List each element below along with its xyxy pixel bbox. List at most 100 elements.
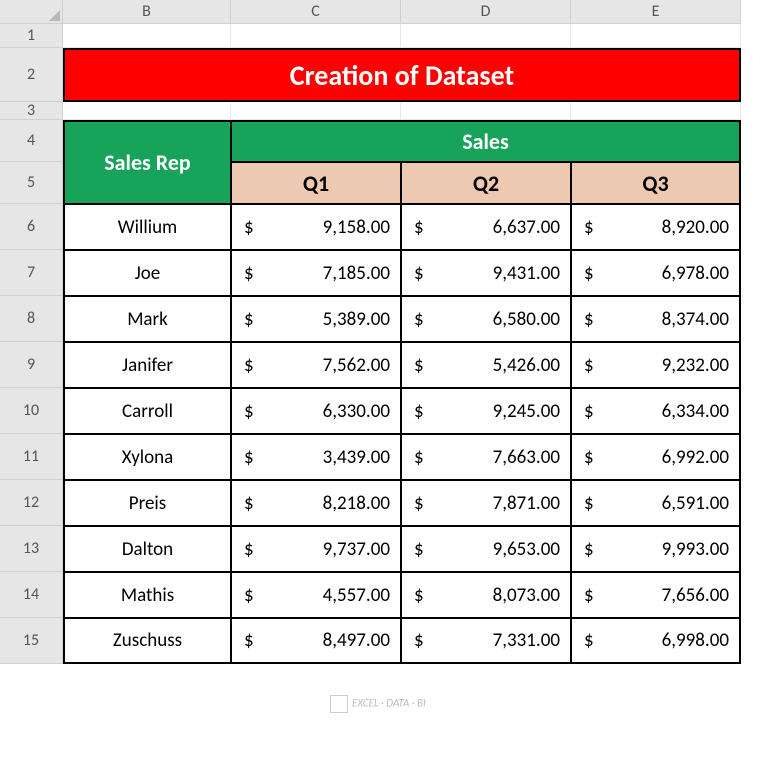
money-cell[interactable]: $6,580.00 [401,296,571,342]
rep-cell[interactable]: Zuschuss [63,618,231,664]
watermark-text: EXCEL · DATA · BI [352,697,426,710]
cell[interactable] [63,24,231,48]
rep-cell[interactable]: Willium [63,204,231,250]
currency-symbol: $ [244,354,254,377]
money-cell[interactable]: $8,374.00 [571,296,741,342]
row-header-12[interactable]: 12 [0,480,63,526]
money-cell[interactable]: $6,978.00 [571,250,741,296]
money-cell[interactable]: $9,158.00 [231,204,401,250]
money-cell[interactable]: $8,920.00 [571,204,741,250]
row-header-13[interactable]: 13 [0,526,63,572]
money-cell[interactable]: $3,439.00 [231,434,401,480]
money-cell[interactable]: $9,232.00 [571,342,741,388]
amount: 6,998.00 [662,629,729,652]
cell[interactable] [231,102,401,120]
money-cell[interactable]: $7,656.00 [571,572,741,618]
cell[interactable] [63,102,231,120]
money-cell[interactable]: $6,330.00 [231,388,401,434]
amount: 9,158.00 [323,216,390,239]
row-header-15[interactable]: 15 [0,618,63,664]
rep-cell[interactable]: Mathis [63,572,231,618]
row-header-5[interactable]: 5 [0,162,63,204]
header-sales-rep[interactable]: Sales Rep [63,120,231,204]
row-header-2[interactable]: 2 [0,48,63,102]
money-cell[interactable]: $6,591.00 [571,480,741,526]
money-cell[interactable]: $6,637.00 [401,204,571,250]
header-q1[interactable]: Q1 [231,162,401,204]
money-cell[interactable]: $8,073.00 [401,572,571,618]
money-cell[interactable]: $4,557.00 [231,572,401,618]
row-header-11[interactable]: 11 [0,434,63,480]
currency-symbol: $ [584,400,594,423]
money-cell[interactable]: $8,497.00 [231,618,401,664]
money-cell[interactable]: $9,993.00 [571,526,741,572]
money-cell[interactable]: $7,663.00 [401,434,571,480]
amount: 3,439.00 [323,446,390,469]
cell[interactable] [401,102,571,120]
title-cell[interactable]: Creation of Dataset [63,48,741,102]
rep-cell[interactable]: Janifer [63,342,231,388]
amount: 9,993.00 [662,538,729,561]
amount: 8,374.00 [662,308,729,331]
money-cell[interactable]: $5,426.00 [401,342,571,388]
row-header-4[interactable]: 4 [0,120,63,162]
row-header-9[interactable]: 9 [0,342,63,388]
money-cell[interactable]: $6,992.00 [571,434,741,480]
currency-symbol: $ [584,446,594,469]
row-header-8[interactable]: 8 [0,296,63,342]
col-header-D[interactable]: D [401,0,571,24]
rep-cell[interactable]: Carroll [63,388,231,434]
watermark: EXCEL · DATA · BI [330,695,426,713]
amount: 7,871.00 [493,492,560,515]
amount: 4,557.00 [323,584,390,607]
money-cell[interactable]: $6,998.00 [571,618,741,664]
col-header-B[interactable]: B [63,0,231,24]
row-header-10[interactable]: 10 [0,388,63,434]
header-sales[interactable]: Sales [231,120,741,162]
amount: 6,637.00 [493,216,560,239]
currency-symbol: $ [584,262,594,285]
currency-symbol: $ [584,492,594,515]
row-header-1[interactable]: 1 [0,24,63,48]
amount: 7,331.00 [493,629,560,652]
cell[interactable] [401,24,571,48]
currency-symbol: $ [414,262,424,285]
amount: 7,185.00 [323,262,390,285]
col-header-E[interactable]: E [571,0,741,24]
cell[interactable] [571,102,741,120]
money-cell[interactable]: $9,653.00 [401,526,571,572]
money-cell[interactable]: $8,218.00 [231,480,401,526]
rep-cell[interactable]: Mark [63,296,231,342]
money-cell[interactable]: $7,331.00 [401,618,571,664]
cell[interactable] [571,24,741,48]
currency-symbol: $ [584,629,594,652]
row-header-6[interactable]: 6 [0,204,63,250]
row-header-3[interactable]: 3 [0,102,63,120]
header-q3[interactable]: Q3 [571,162,741,204]
rep-cell[interactable]: Xylona [63,434,231,480]
select-all-corner[interactable] [0,0,63,24]
money-cell[interactable]: $9,737.00 [231,526,401,572]
money-cell[interactable]: $7,871.00 [401,480,571,526]
money-cell[interactable]: $7,185.00 [231,250,401,296]
currency-symbol: $ [414,492,424,515]
row-header-7[interactable]: 7 [0,250,63,296]
money-cell[interactable]: $7,562.00 [231,342,401,388]
money-cell[interactable]: $9,245.00 [401,388,571,434]
spreadsheet-grid: B C D E 1 2 Creation of Dataset 3 4 5 Sa… [0,0,768,664]
col-header-C[interactable]: C [231,0,401,24]
amount: 5,389.00 [323,308,390,331]
amount: 8,497.00 [323,629,390,652]
currency-symbol: $ [244,584,254,607]
rep-cell[interactable]: Dalton [63,526,231,572]
rep-cell[interactable]: Preis [63,480,231,526]
cell[interactable] [231,24,401,48]
money-cell[interactable]: $9,431.00 [401,250,571,296]
money-cell[interactable]: $6,334.00 [571,388,741,434]
rep-cell[interactable]: Joe [63,250,231,296]
currency-symbol: $ [244,262,254,285]
money-cell[interactable]: $5,389.00 [231,296,401,342]
currency-symbol: $ [584,584,594,607]
header-q2[interactable]: Q2 [401,162,571,204]
row-header-14[interactable]: 14 [0,572,63,618]
